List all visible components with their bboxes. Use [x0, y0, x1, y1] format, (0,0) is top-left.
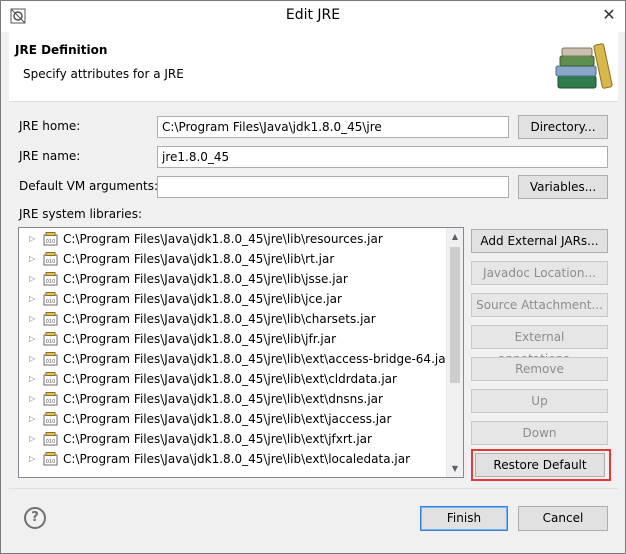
- expand-arrow-icon[interactable]: ▷: [29, 349, 39, 369]
- vm-args-label: Default VM arguments:: [19, 179, 159, 193]
- directory-button[interactable]: Directory...: [518, 115, 608, 139]
- library-path: C:\Program Files\Java\jdk1.8.0_45\jre\li…: [63, 332, 337, 346]
- expand-arrow-icon[interactable]: ▷: [29, 389, 39, 409]
- variables-button[interactable]: Variables...: [518, 175, 608, 199]
- library-item[interactable]: ▷ 010 C:\Program Files\Java\jdk1.8.0_45\…: [19, 369, 449, 389]
- libraries-tree[interactable]: ▷ 010 C:\Program Files\Java\jdk1.8.0_45\…: [18, 227, 464, 478]
- libraries-label: JRE system libraries:: [19, 207, 142, 221]
- remove-button[interactable]: Remove: [471, 357, 608, 381]
- jar-icon: 010: [43, 272, 58, 286]
- svg-text:010: 010: [46, 459, 56, 465]
- jre-name-label: JRE name:: [19, 149, 81, 163]
- header-title: JRE Definition: [15, 43, 108, 57]
- external-annotations-button[interactable]: External annotations...: [471, 325, 608, 366]
- jar-icon: 010: [43, 332, 58, 346]
- scroll-up-icon[interactable]: ▲: [447, 228, 463, 245]
- jar-icon: 010: [43, 292, 58, 306]
- books-icon: [555, 43, 613, 89]
- library-item[interactable]: ▷ 010 C:\Program Files\Java\jdk1.8.0_45\…: [19, 329, 449, 349]
- expand-arrow-icon[interactable]: ▷: [29, 429, 39, 449]
- expand-arrow-icon[interactable]: ▷: [29, 409, 39, 429]
- up-button[interactable]: Up: [471, 389, 608, 413]
- library-path: C:\Program Files\Java\jdk1.8.0_45\jre\li…: [63, 232, 383, 246]
- close-icon[interactable]: ✕: [599, 5, 619, 25]
- edit-jre-dialog: Edit JRE ✕ JRE Definition Specify attrib…: [0, 0, 626, 554]
- cancel-button[interactable]: Cancel: [518, 506, 608, 531]
- down-button[interactable]: Down: [471, 421, 608, 445]
- library-path: C:\Program Files\Java\jdk1.8.0_45\jre\li…: [63, 452, 411, 466]
- expand-arrow-icon[interactable]: ▷: [29, 229, 39, 249]
- window-title: Edit JRE: [285, 7, 341, 23]
- expand-arrow-icon[interactable]: ▷: [29, 269, 39, 289]
- finish-button[interactable]: Finish: [420, 506, 508, 531]
- library-path: C:\Program Files\Java\jdk1.8.0_45\jre\li…: [63, 372, 397, 386]
- library-path: C:\Program Files\Java\jdk1.8.0_45\jre\li…: [63, 392, 383, 406]
- jre-home-label: JRE home:: [19, 119, 81, 133]
- jar-icon: 010: [43, 312, 58, 326]
- jar-icon: 010: [43, 252, 58, 266]
- jar-icon: 010: [43, 452, 58, 466]
- expand-arrow-icon[interactable]: ▷: [29, 369, 39, 389]
- restore-default-highlight: [471, 449, 611, 481]
- svg-text:010: 010: [46, 259, 56, 265]
- expand-arrow-icon[interactable]: ▷: [29, 249, 39, 269]
- svg-text:010: 010: [46, 339, 56, 345]
- library-item[interactable]: ▷ 010 C:\Program Files\Java\jdk1.8.0_45\…: [19, 429, 449, 449]
- library-path: C:\Program Files\Java\jdk1.8.0_45\jre\li…: [63, 272, 348, 286]
- jar-icon: 010: [43, 372, 58, 386]
- library-item[interactable]: ▷ 010 C:\Program Files\Java\jdk1.8.0_45\…: [19, 349, 451, 369]
- dialog-header: JRE Definition Specify attributes for a …: [9, 32, 618, 102]
- javadoc-location-button[interactable]: Javadoc Location...: [471, 261, 608, 285]
- library-path: C:\Program Files\Java\jdk1.8.0_45\jre\li…: [63, 252, 335, 266]
- scroll-thumb[interactable]: [450, 247, 460, 383]
- expand-arrow-icon[interactable]: ▷: [29, 289, 39, 309]
- svg-text:010: 010: [46, 239, 56, 245]
- jar-icon: 010: [43, 432, 58, 446]
- expand-arrow-icon[interactable]: ▷: [29, 309, 39, 329]
- title-bar: Edit JRE ✕: [1, 1, 625, 32]
- library-item[interactable]: ▷ 010 C:\Program Files\Java\jdk1.8.0_45\…: [19, 249, 449, 269]
- svg-text:010: 010: [46, 279, 56, 285]
- jar-icon: 010: [43, 232, 58, 246]
- library-path: C:\Program Files\Java\jdk1.8.0_45\jre\li…: [63, 412, 392, 426]
- jre-name-field[interactable]: jre1.8.0_45: [157, 146, 608, 168]
- svg-text:010: 010: [46, 359, 56, 365]
- library-path: C:\Program Files\Java\jdk1.8.0_45\jre\li…: [63, 292, 342, 306]
- footer-separator: [9, 488, 618, 489]
- library-item[interactable]: ▷ 010 C:\Program Files\Java\jdk1.8.0_45\…: [19, 409, 449, 429]
- help-icon[interactable]: ?: [24, 507, 46, 529]
- svg-text:010: 010: [46, 399, 56, 405]
- vm-args-field[interactable]: [157, 176, 509, 198]
- library-item[interactable]: ▷ 010 C:\Program Files\Java\jdk1.8.0_45\…: [19, 449, 449, 469]
- svg-text:010: 010: [46, 319, 56, 325]
- library-path: C:\Program Files\Java\jdk1.8.0_45\jre\li…: [63, 432, 372, 446]
- library-path: C:\Program Files\Java\jdk1.8.0_45\jre\li…: [63, 352, 451, 366]
- svg-text:010: 010: [46, 299, 56, 305]
- source-attachment-button[interactable]: Source Attachment...: [471, 293, 608, 317]
- jar-icon: 010: [43, 352, 58, 366]
- jre-home-field[interactable]: C:\Program Files\Java\jdk1.8.0_45\jre: [157, 116, 509, 138]
- jar-icon: 010: [43, 392, 58, 406]
- library-item[interactable]: ▷ 010 C:\Program Files\Java\jdk1.8.0_45\…: [19, 389, 449, 409]
- expand-arrow-icon[interactable]: ▷: [29, 449, 39, 469]
- library-item[interactable]: ▷ 010 C:\Program Files\Java\jdk1.8.0_45\…: [19, 309, 449, 329]
- svg-text:010: 010: [46, 379, 56, 385]
- library-item[interactable]: ▷ 010 C:\Program Files\Java\jdk1.8.0_45\…: [19, 229, 449, 249]
- scroll-down-icon[interactable]: ▼: [447, 460, 463, 477]
- library-item[interactable]: ▷ 010 C:\Program Files\Java\jdk1.8.0_45\…: [19, 269, 449, 289]
- jar-icon: 010: [43, 412, 58, 426]
- libraries-scrollbar[interactable]: ▲ ▼: [446, 228, 463, 477]
- library-item[interactable]: ▷ 010 C:\Program Files\Java\jdk1.8.0_45\…: [19, 289, 449, 309]
- svg-text:010: 010: [46, 439, 56, 445]
- add-external-jars-button[interactable]: Add External JARs...: [471, 229, 608, 253]
- library-path: C:\Program Files\Java\jdk1.8.0_45\jre\li…: [63, 312, 376, 326]
- svg-text:010: 010: [46, 419, 56, 425]
- header-description: Specify attributes for a JRE: [23, 67, 184, 81]
- expand-arrow-icon[interactable]: ▷: [29, 329, 39, 349]
